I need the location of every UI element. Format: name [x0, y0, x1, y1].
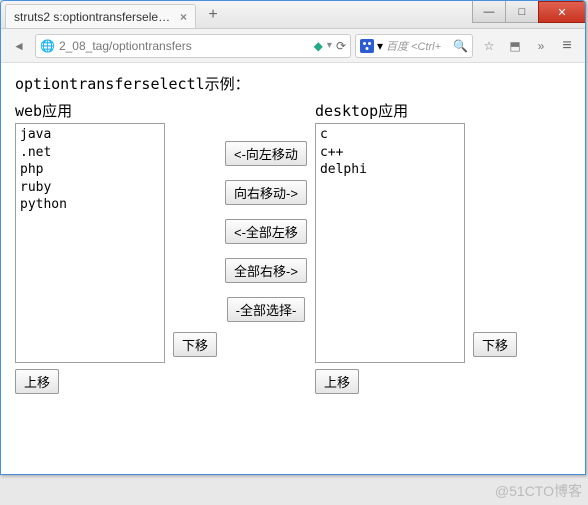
maximize-icon: □ — [519, 6, 526, 18]
right-down-button[interactable]: 下移 — [473, 332, 517, 357]
right-up-button[interactable]: 上移 — [315, 369, 359, 394]
right-block: desktop应用 cc++delphi 上移 — [315, 100, 465, 394]
move-left-button[interactable]: <-向左移动 — [225, 141, 307, 166]
list-item[interactable]: delphi — [320, 161, 460, 179]
search-icon[interactable]: 🔍 — [453, 39, 468, 53]
left-down-button[interactable]: 下移 — [173, 332, 217, 357]
page-content: optiontransferselectl示例： web应用 java.netp… — [1, 63, 585, 474]
downloads-button[interactable]: ⬒ — [503, 34, 527, 58]
left-label: web应用 — [15, 100, 165, 121]
mover-buttons: <-向左移动 向右移动-> <-全部左移 全部右移-> -全部选择- — [225, 119, 307, 322]
watermark: @51CTO博客 — [495, 481, 582, 501]
search-engine-dropdown-icon[interactable]: ▾ — [377, 39, 383, 53]
dropdown-icon[interactable]: ▾ — [327, 40, 332, 51]
list-item[interactable]: .net — [20, 144, 160, 162]
bookmark-button[interactable]: ☆ — [477, 34, 501, 58]
left-up-button[interactable]: 上移 — [15, 369, 59, 394]
list-item[interactable]: ruby — [20, 179, 160, 197]
reload-icon[interactable]: ⟳ — [336, 39, 346, 53]
url-box[interactable]: 🌐 2_08_tag/optiontransfers ◆ ▾ ⟳ — [35, 34, 351, 58]
close-icon: ✕ — [557, 6, 566, 19]
close-button[interactable]: ✕ — [538, 1, 586, 23]
left-block: web应用 java.netphprubypython 上移 — [15, 100, 165, 394]
right-label: desktop应用 — [315, 100, 465, 121]
new-tab-button[interactable]: + — [202, 4, 224, 26]
list-item[interactable]: java — [20, 126, 160, 144]
toolbar-right: ☆ ⬒ » ≡ — [477, 34, 579, 58]
browser-window: struts2 s:optiontransferselec... × + — □… — [0, 0, 586, 475]
list-item[interactable]: c++ — [320, 144, 460, 162]
left-listbox[interactable]: java.netphprubypython — [15, 123, 165, 363]
globe-icon: 🌐 — [40, 39, 55, 53]
window-titlebar: struts2 s:optiontransferselec... × + — □… — [1, 1, 585, 29]
list-item[interactable]: php — [20, 161, 160, 179]
move-all-right-button[interactable]: 全部右移-> — [225, 258, 307, 283]
window-controls: — □ ✕ — [472, 1, 585, 28]
minimize-icon: — — [484, 6, 495, 18]
shield-icon: ◆ — [314, 39, 323, 53]
page-title: optiontransferselectl示例： — [15, 73, 571, 94]
address-toolbar: ◄ 🌐 2_08_tag/optiontransfers ◆ ▾ ⟳ ▾ 百度 … — [1, 29, 585, 63]
select-all-button[interactable]: -全部选择- — [227, 297, 306, 322]
tab-title: struts2 s:optiontransferselec... — [14, 10, 174, 24]
list-item[interactable]: python — [20, 196, 160, 214]
tab-close-icon[interactable]: × — [180, 10, 187, 24]
chevron-right-icon: » — [538, 39, 545, 53]
overflow-button[interactable]: » — [529, 34, 553, 58]
search-placeholder: 百度 <Ctrl+ — [386, 38, 450, 54]
plus-icon: + — [208, 6, 217, 24]
move-right-button[interactable]: 向右移动-> — [225, 180, 307, 205]
baidu-icon — [360, 39, 374, 53]
hamburger-icon: ≡ — [562, 37, 571, 55]
url-text: 2_08_tag/optiontransfers — [59, 39, 310, 53]
search-box[interactable]: ▾ 百度 <Ctrl+ 🔍 — [355, 34, 473, 58]
right-listbox[interactable]: cc++delphi — [315, 123, 465, 363]
download-icon: ⬒ — [509, 39, 520, 53]
list-item[interactable]: c — [320, 126, 460, 144]
maximize-button[interactable]: □ — [505, 1, 539, 23]
menu-button[interactable]: ≡ — [555, 34, 579, 58]
transfer-select: web应用 java.netphprubypython 上移 下移 <-向左移动… — [15, 100, 571, 394]
tab-strip: struts2 s:optiontransferselec... × + — [1, 1, 472, 28]
move-all-left-button[interactable]: <-全部左移 — [225, 219, 307, 244]
browser-tab[interactable]: struts2 s:optiontransferselec... × — [5, 4, 196, 28]
minimize-button[interactable]: — — [472, 1, 506, 23]
left-down-col: 下移 — [173, 119, 217, 359]
star-icon: ☆ — [484, 39, 495, 53]
right-down-col: 下移 — [473, 119, 517, 359]
back-icon: ◄ — [13, 39, 25, 53]
back-button[interactable]: ◄ — [7, 34, 31, 58]
